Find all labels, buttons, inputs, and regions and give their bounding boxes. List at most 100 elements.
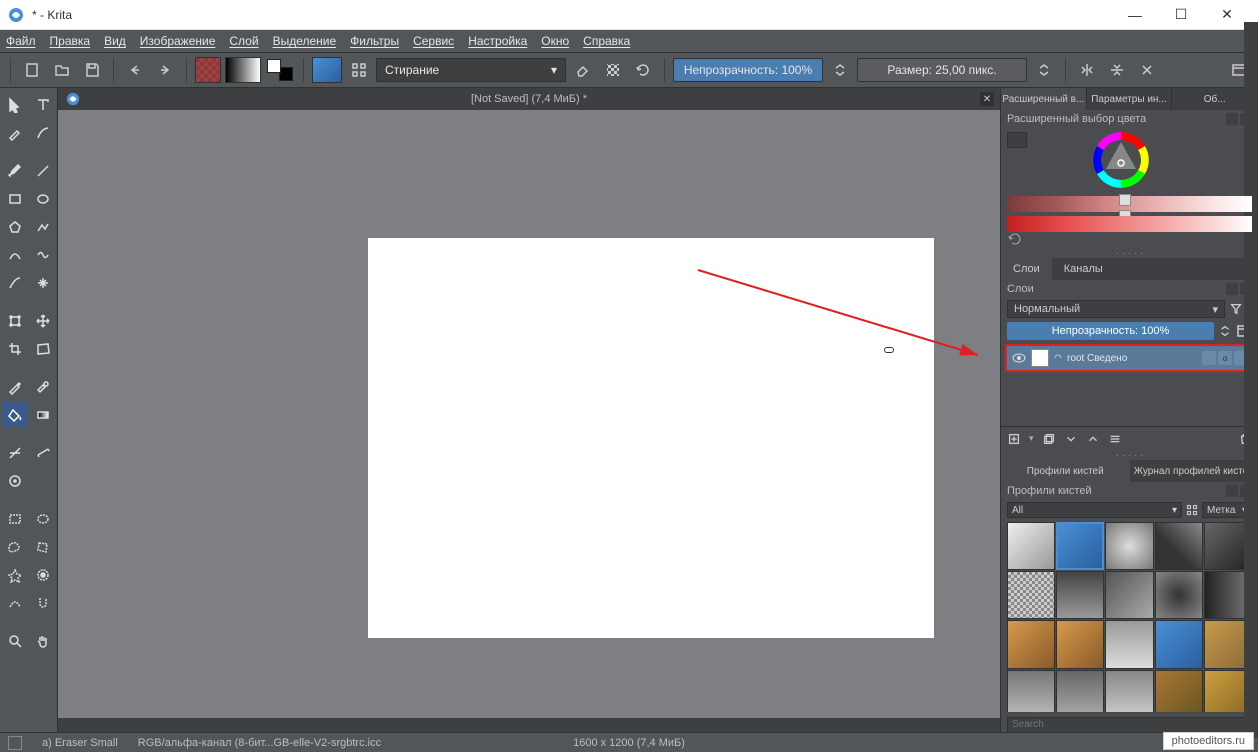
pattern-swatch[interactable] [195,57,221,83]
shade-strip-2[interactable] [1007,216,1252,232]
layer-opacity-slider[interactable]: Непрозрачность: 100% [1007,322,1214,340]
menu-file[interactable]: Файл [6,34,36,48]
move-up-button[interactable] [1086,432,1100,446]
pointer-tool[interactable] [2,92,28,118]
close-tab-button[interactable]: ✕ [980,92,994,106]
brush-preset[interactable] [1056,571,1104,619]
smart-patch-tool[interactable] [30,374,56,400]
tab-tool-options[interactable]: Параметры ин... [1087,88,1173,110]
rect-tool[interactable] [2,186,28,212]
dynamic-brush-tool[interactable] [2,270,28,296]
brush-preset[interactable] [1056,620,1104,668]
tab-brush-presets[interactable]: Профили кистей [1001,460,1130,482]
text-tool[interactable] [30,92,56,118]
save-doc-button[interactable] [79,57,105,83]
brush-preset[interactable] [1007,522,1055,570]
duplicate-layer-button[interactable] [1042,432,1056,446]
edit-shape-tool[interactable] [2,120,28,146]
document-tab[interactable]: [Not Saved] (7,4 МиБ) * ✕ [58,88,1000,110]
panel-grip[interactable]: · · · · · [1001,248,1258,258]
color-picker-tool[interactable] [2,374,28,400]
menu-settings[interactable]: Настройка [468,34,527,48]
crop-tool[interactable] [2,336,28,362]
layer-lock-icon[interactable] [1202,351,1216,365]
brush-preset[interactable] [1007,571,1055,619]
polyline-tool[interactable] [30,214,56,240]
opacity-stepper[interactable] [827,57,853,83]
status-selection-icon[interactable] [8,736,22,750]
brush-preset[interactable] [1155,571,1203,619]
minimize-button[interactable]: — [1112,0,1158,30]
move-down-button[interactable] [1064,432,1078,446]
polygon-tool[interactable] [2,214,28,240]
menu-tools[interactable]: Сервис [413,34,454,48]
gradient-tool[interactable] [30,402,56,428]
brush-preset[interactable] [1155,620,1203,668]
layer-row[interactable]: root Сведено α [1005,344,1254,372]
free-transform-tool[interactable] [30,336,56,362]
menu-view[interactable]: Вид [104,34,126,48]
brush-editor-button[interactable] [346,57,372,83]
layer-properties-button[interactable] [1108,432,1122,446]
color-wheel[interactable] [1091,130,1151,190]
brush-preset[interactable] [1056,670,1104,712]
multibrush-tool[interactable] [30,270,56,296]
mirror-v-button[interactable] [1104,57,1130,83]
zoom-tool[interactable] [2,628,28,654]
new-doc-button[interactable] [19,57,45,83]
move-tool[interactable] [30,308,56,334]
ellipse-tool[interactable] [30,186,56,212]
fg-bg-color-swatch[interactable] [265,57,295,83]
menu-selection[interactable]: Выделение [273,34,337,48]
brush-preset[interactable] [1105,522,1153,570]
menu-edit[interactable]: Правка [50,34,91,48]
brush-preset[interactable] [1056,522,1104,570]
undo-button[interactable] [122,57,148,83]
opacity-slider[interactable]: Непрозрачность: 100% [673,58,823,82]
canvas[interactable] [368,238,934,638]
canvas-viewport[interactable] [58,110,1000,718]
similar-select-tool[interactable] [30,562,56,588]
brush-preset[interactable] [1105,670,1153,712]
menu-layer[interactable]: Слой [229,34,258,48]
layer-name[interactable]: root Сведено [1067,353,1198,364]
brush-preset[interactable] [1105,571,1153,619]
maximize-button[interactable]: ☐ [1158,0,1204,30]
reference-tool[interactable] [2,468,28,494]
opacity-stepper-icon[interactable] [1218,324,1232,338]
panel-grip-2[interactable]: · · · · · [1001,450,1258,460]
bezier-tool[interactable] [2,242,28,268]
blend-mode-dropdown[interactable]: Стирание▾ [376,58,566,82]
reset-color-icon[interactable] [1007,232,1023,246]
brush-tag-filter[interactable]: All▾ [1007,502,1182,518]
visibility-icon[interactable] [1011,350,1027,366]
brush-preset[interactable] [1007,670,1055,712]
size-stepper[interactable] [1031,57,1057,83]
size-slider[interactable]: Размер: 25,00 пикс. [857,58,1027,82]
brush-preset[interactable] [1007,620,1055,668]
gradient-swatch[interactable] [225,57,261,83]
tab-layers[interactable]: Слои [1001,258,1052,280]
brush-preset[interactable] [1105,620,1153,668]
add-layer-button[interactable] [1007,432,1021,446]
ellipse-select-tool[interactable] [30,506,56,532]
color-config-button[interactable] [1007,132,1027,148]
view-mode-icon[interactable] [1186,504,1198,516]
menu-image[interactable]: Изображение [140,34,216,48]
rect-select-tool[interactable] [2,506,28,532]
reload-preset-button[interactable] [630,57,656,83]
tab-advanced-color[interactable]: Расширенный в... [1001,88,1087,110]
layer-alpha-icon[interactable]: α [1218,351,1232,365]
layer-blend-dropdown[interactable]: Нормальный▾ [1007,300,1225,318]
tab-brush-history[interactable]: Журнал профилей кистей [1130,460,1258,482]
magnet-select-tool[interactable] [30,590,56,616]
float-panel-icon[interactable] [1226,113,1238,125]
brush-preset-thumb[interactable] [312,57,342,83]
mirror-h-button[interactable] [1074,57,1100,83]
fill-tool[interactable] [2,402,28,428]
menu-window[interactable]: Окно [541,34,569,48]
brush-preset[interactable] [1155,522,1203,570]
menu-help[interactable]: Справка [583,34,630,48]
freehand-path-tool[interactable] [30,242,56,268]
pan-tool[interactable] [30,628,56,654]
